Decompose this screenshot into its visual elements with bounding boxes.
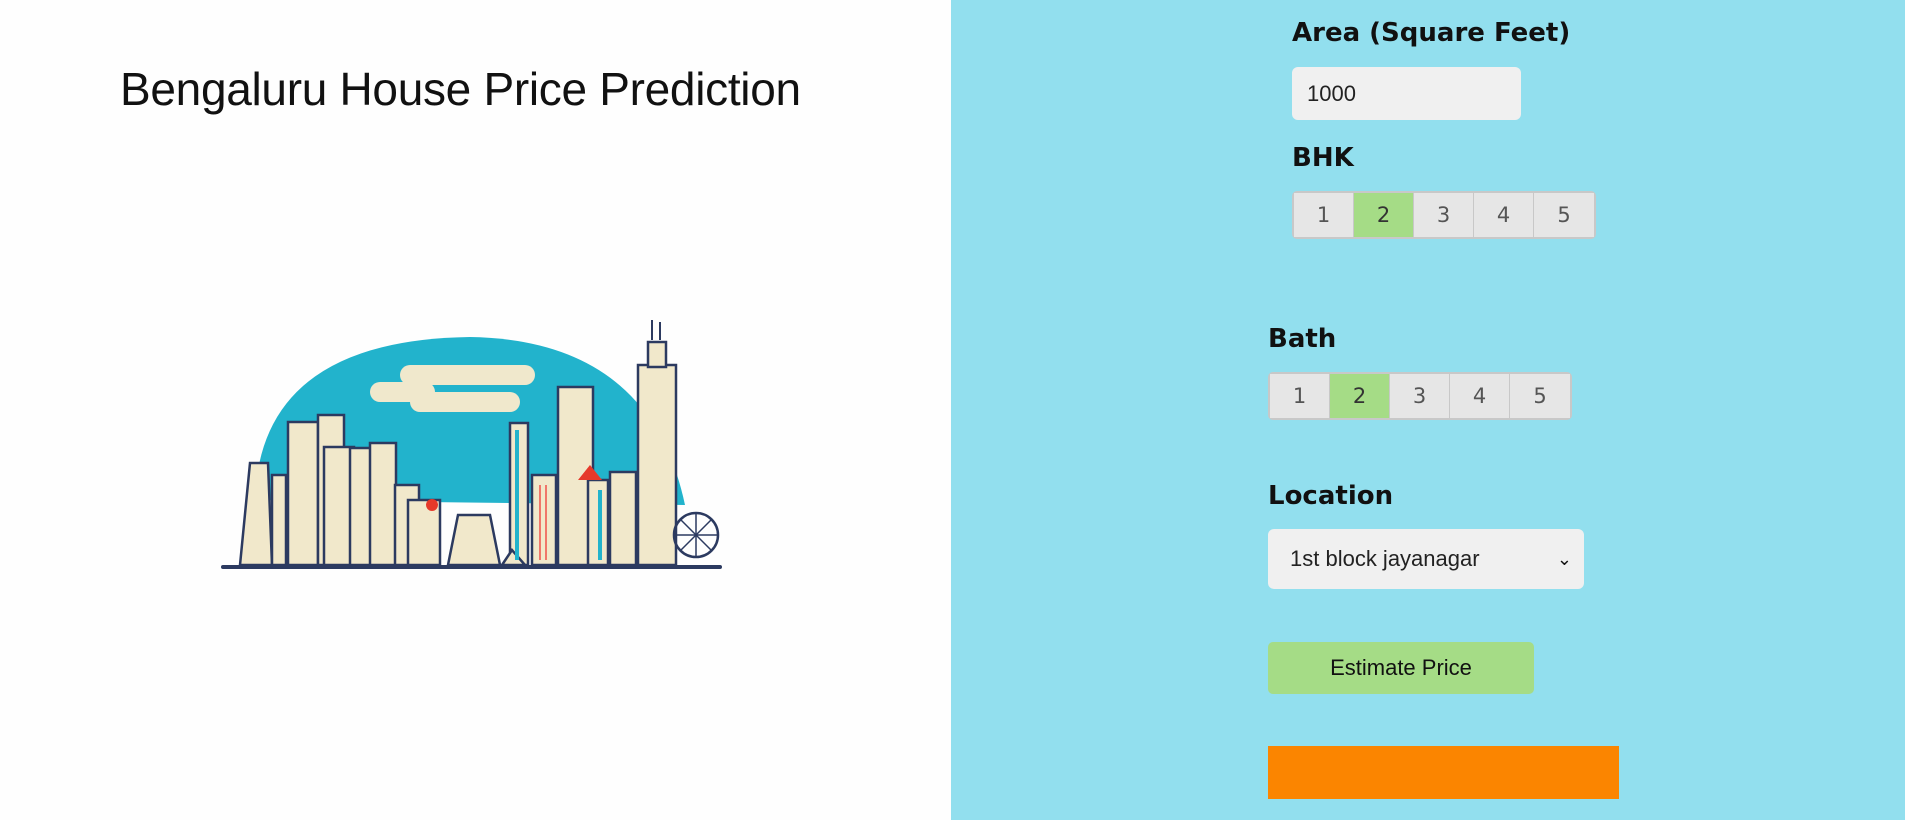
location-select[interactable]: 1st block jayanagar ⌄ xyxy=(1268,529,1584,589)
bhk-selector: 1 2 3 4 5 xyxy=(1292,191,1596,239)
bhk-label: BHK xyxy=(1292,143,1354,173)
bhk-option-3[interactable]: 3 xyxy=(1414,193,1474,237)
page-title: Bengaluru House Price Prediction xyxy=(120,63,801,115)
area-input[interactable]: 1000 xyxy=(1292,67,1521,120)
bath-option-4[interactable]: 4 xyxy=(1450,374,1510,418)
bath-option-1[interactable]: 1 xyxy=(1270,374,1330,418)
bhk-option-5[interactable]: 5 xyxy=(1534,193,1594,237)
bath-label: Bath xyxy=(1268,324,1337,354)
bath-option-3[interactable]: 3 xyxy=(1390,374,1450,418)
right-panel: Area (Square Feet) 1000 BHK 1 2 3 4 5 Ba… xyxy=(951,0,1905,820)
result-display xyxy=(1268,746,1619,799)
chevron-down-icon: ⌄ xyxy=(1556,549,1572,569)
estimate-price-button[interactable]: Estimate Price xyxy=(1268,642,1534,694)
page: Bengaluru House Price Prediction Area (S… xyxy=(0,0,1905,820)
left-panel: Bengaluru House Price Prediction xyxy=(0,0,951,820)
location-label: Location xyxy=(1268,481,1394,511)
location-selected-value: 1st block jayanagar xyxy=(1290,546,1480,571)
city-skyline-illustration xyxy=(221,320,722,569)
bhk-option-2[interactable]: 2 xyxy=(1354,193,1414,237)
bath-selector: 1 2 3 4 5 xyxy=(1268,372,1572,420)
bhk-option-4[interactable]: 4 xyxy=(1474,193,1534,237)
bath-option-5[interactable]: 5 xyxy=(1510,374,1570,418)
bhk-option-1[interactable]: 1 xyxy=(1294,193,1354,237)
bath-option-2[interactable]: 2 xyxy=(1330,374,1390,418)
area-label: Area (Square Feet) xyxy=(1292,18,1571,48)
